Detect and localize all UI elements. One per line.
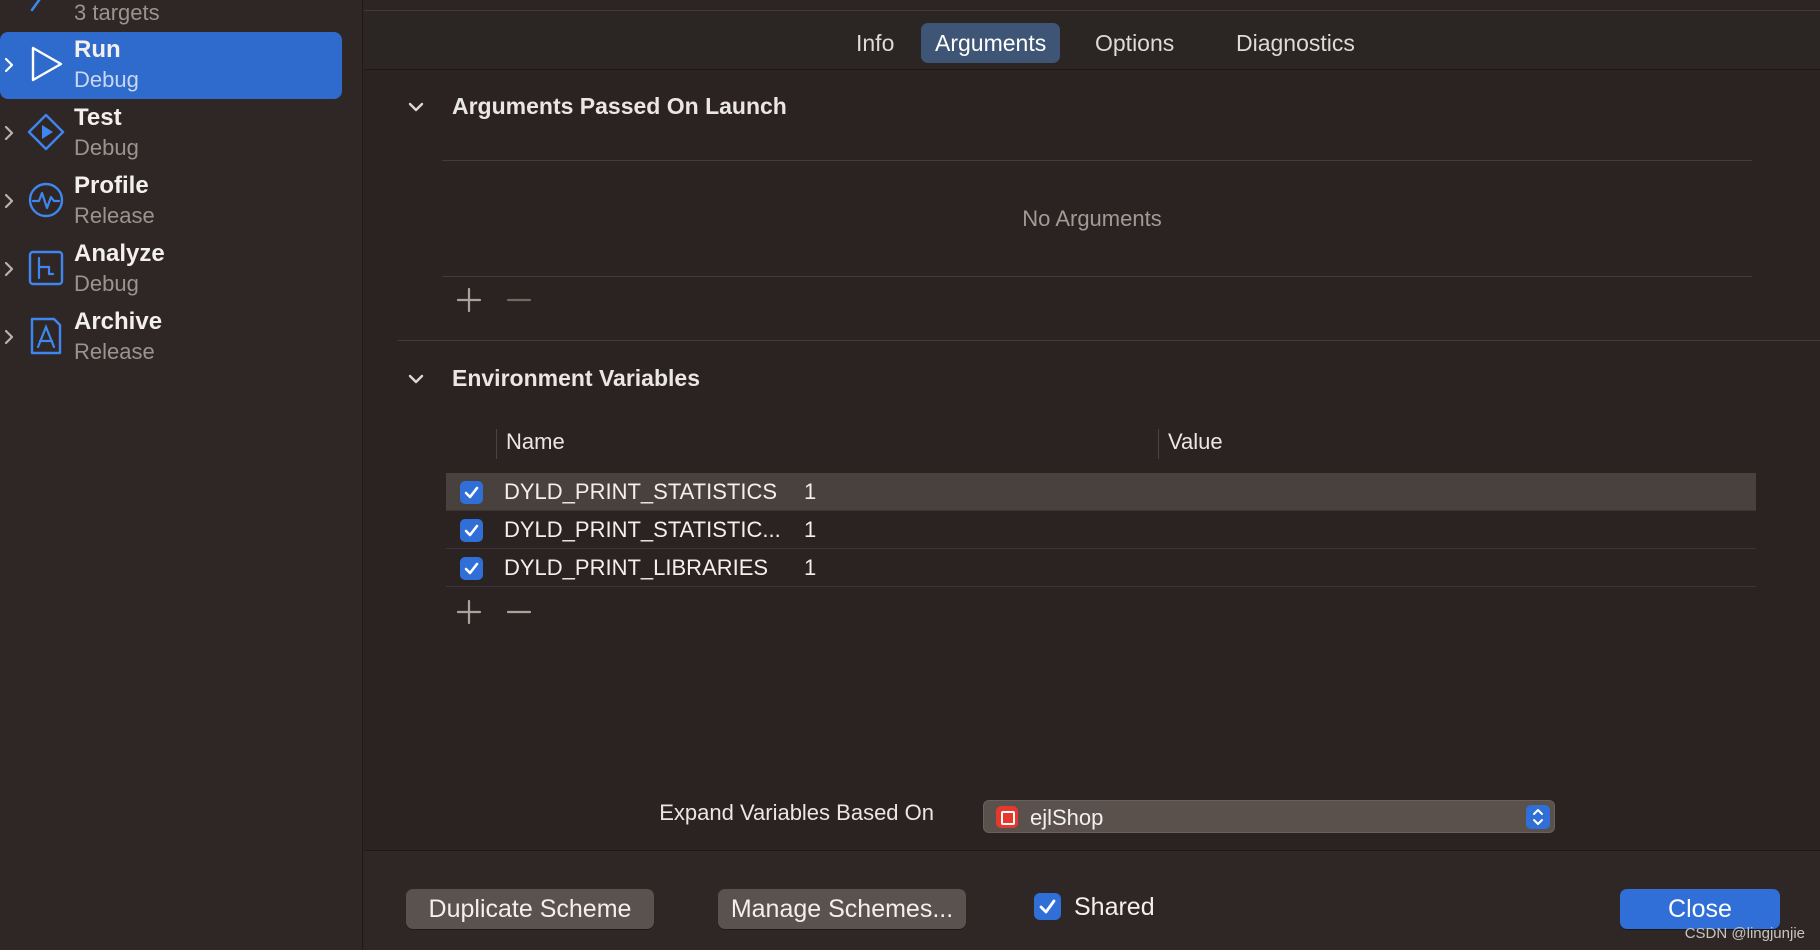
close-button[interactable]: Close (1620, 889, 1780, 929)
expand-variables-label: Expand Variables Based On (659, 800, 934, 825)
chevron-right-icon[interactable] (2, 54, 16, 76)
tab-diagnostics[interactable]: Diagnostics (1222, 23, 1369, 63)
section-title: Arguments Passed On Launch (452, 93, 787, 119)
environment-section-header[interactable]: Environment Variables (406, 365, 1106, 395)
build-icon (30, 0, 41, 12)
sidebar-item-title: Profile (74, 172, 149, 199)
remove-icon[interactable] (504, 598, 534, 626)
tab-arguments[interactable]: Arguments (921, 23, 1061, 63)
sidebar-item-run[interactable]: Run Debug (0, 32, 342, 99)
divider (398, 340, 1820, 341)
env-table-row[interactable]: DYLD_PRINT_STATISTIC... 1 (446, 511, 1756, 549)
env-add-remove (454, 598, 544, 626)
app-target-icon (996, 806, 1018, 828)
add-icon[interactable] (454, 286, 484, 314)
run-icon (31, 46, 63, 82)
sidebar-item-subtitle: 3 targets (74, 0, 160, 25)
env-variable-value[interactable]: 1 (804, 479, 816, 505)
env-table-row[interactable]: DYLD_PRINT_LIBRARIES 1 (446, 549, 1756, 587)
env-variable-value[interactable]: 1 (804, 555, 816, 581)
shared-checkbox[interactable] (1034, 893, 1061, 920)
checkmark-icon (464, 486, 479, 499)
chevron-right-icon[interactable] (2, 122, 16, 144)
expand-variables-label-wrap: Expand Variables Based On (634, 800, 934, 830)
enabled-checkbox[interactable] (460, 519, 483, 542)
sidebar-item-title: Archive (74, 308, 163, 335)
divider (442, 160, 1752, 161)
sidebar-item-subtitle: Debug (74, 135, 139, 160)
archive-icon (30, 317, 62, 355)
column-divider (1158, 429, 1159, 459)
sidebar-item-title: Run (74, 36, 121, 63)
sidebar-item-subtitle: Release (74, 339, 155, 364)
sidebar-item-build-partial[interactable]: 3 targets (0, 0, 360, 30)
tab-options[interactable]: Options (1081, 23, 1188, 63)
profile-icon (28, 182, 64, 218)
env-variable-name[interactable]: DYLD_PRINT_STATISTIC... (504, 517, 786, 543)
empty-arguments-message: No Arguments (1022, 206, 1162, 231)
chevron-right-icon[interactable] (2, 190, 16, 212)
sidebar-item-test[interactable]: Test Debug (0, 100, 342, 167)
sidebar-item-profile[interactable]: Profile Release (0, 168, 342, 235)
sidebar-item-subtitle: Release (74, 203, 155, 228)
expand-variables-popup[interactable]: ejlShop (983, 800, 1555, 833)
env-table-header: Name Value (446, 425, 1756, 465)
enabled-checkbox[interactable] (460, 481, 483, 504)
checkmark-icon (1039, 899, 1056, 914)
scheme-editor-window: 3 targets Run Debug Test Debug Profile R… (0, 0, 1820, 950)
section-title: Environment Variables (452, 365, 700, 391)
scheme-editor-footer: Duplicate Scheme Manage Schemes... Share… (364, 850, 1820, 950)
checkmark-icon (464, 562, 479, 575)
chevron-down-icon[interactable] (406, 97, 426, 117)
sidebar-item-title: Analyze (74, 240, 165, 267)
remove-icon[interactable] (504, 286, 534, 314)
env-variable-name[interactable]: DYLD_PRINT_STATISTICS (504, 479, 786, 505)
add-icon[interactable] (454, 598, 484, 626)
scheme-detail-pane: Info Arguments Options Diagnostics Argum… (364, 0, 1820, 950)
enabled-checkbox[interactable] (460, 557, 483, 580)
env-variable-value[interactable]: 1 (804, 517, 816, 543)
popup-stepper-icon[interactable] (1526, 805, 1550, 829)
checkmark-icon (464, 524, 479, 537)
arguments-section-header[interactable]: Arguments Passed On Launch (406, 93, 1106, 123)
tab-bar: Info Arguments Options Diagnostics (364, 10, 1820, 68)
analyze-icon (28, 250, 64, 286)
column-divider (496, 429, 497, 459)
sidebar-item-title: Test (74, 104, 122, 131)
column-header-value[interactable]: Value (1168, 429, 1223, 455)
sidebar-item-archive[interactable]: Archive Release (0, 304, 342, 371)
chevron-down-icon[interactable] (406, 369, 426, 389)
watermark: CSDN @lingjunjie (1684, 925, 1805, 942)
arguments-content: Arguments Passed On Launch No Arguments (364, 69, 1820, 849)
duplicate-scheme-button[interactable]: Duplicate Scheme (406, 889, 654, 929)
shared-label[interactable]: Shared (1074, 893, 1155, 922)
env-table-row[interactable]: DYLD_PRINT_STATISTICS 1 (446, 473, 1756, 511)
expand-variables-value: ejlShop (1030, 805, 1104, 830)
sidebar-item-analyze[interactable]: Analyze Debug (0, 236, 342, 303)
sidebar-item-subtitle: Debug (74, 67, 139, 92)
divider (442, 276, 1752, 277)
manage-schemes-button[interactable]: Manage Schemes... (718, 889, 966, 929)
env-variable-name[interactable]: DYLD_PRINT_LIBRARIES (504, 555, 786, 581)
scheme-action-sidebar: 3 targets Run Debug Test Debug Profile R… (0, 0, 363, 950)
chevron-right-icon[interactable] (2, 326, 16, 348)
arguments-add-remove (454, 286, 544, 314)
chevron-right-icon[interactable] (2, 258, 16, 280)
tab-info[interactable]: Info (842, 23, 908, 63)
sidebar-item-subtitle: Debug (74, 271, 139, 296)
column-header-name[interactable]: Name (506, 429, 565, 455)
test-icon (27, 113, 65, 151)
